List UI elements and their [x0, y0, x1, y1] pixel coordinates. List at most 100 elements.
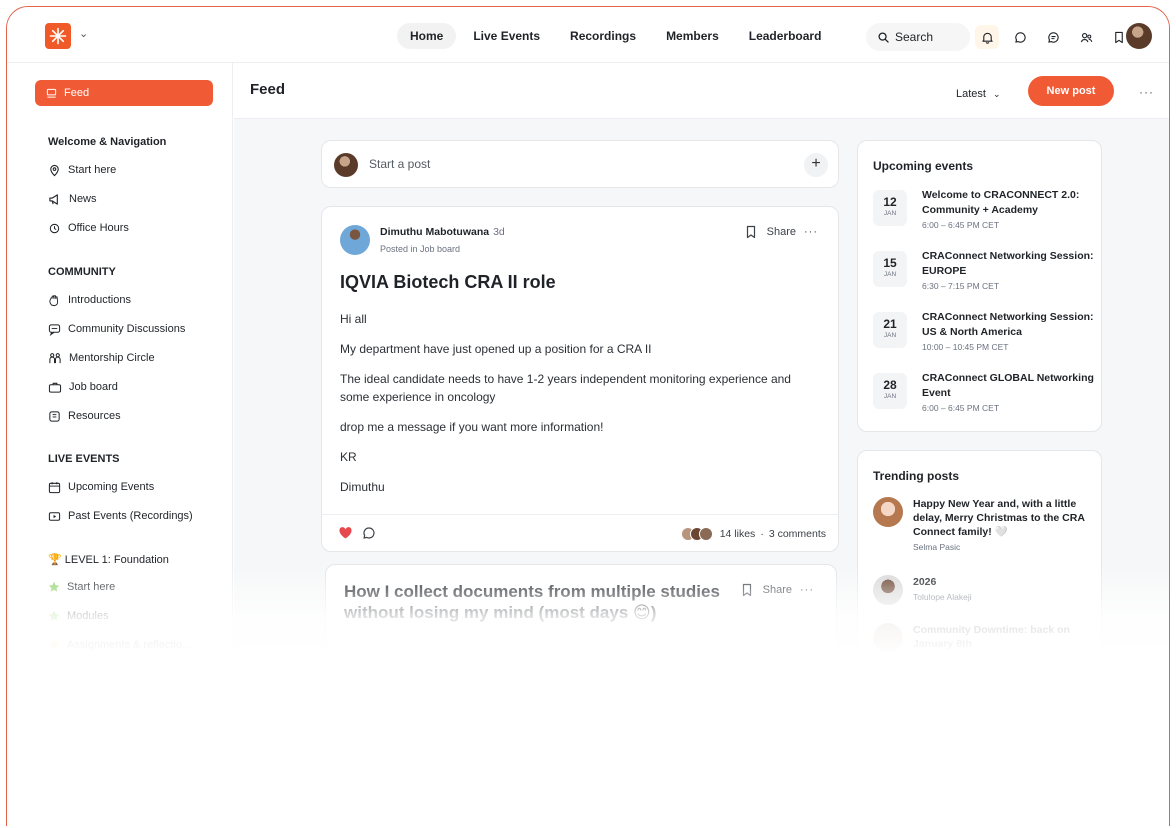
- sidebar-item-label: Upcoming Events: [68, 481, 155, 493]
- post-paragraph: My department have just opened up a posi…: [340, 342, 652, 356]
- likes-count[interactable]: 14 likes: [720, 528, 756, 540]
- comments-count[interactable]: 3 comments: [769, 528, 826, 540]
- event-time: 6:00 – 6:45 PM CET: [922, 403, 1000, 413]
- sidebar-item-office-hours[interactable]: Office Hours: [48, 220, 129, 236]
- trending-item[interactable]: 2026 Tolulope Alakeji: [873, 575, 1095, 607]
- post-paragraph: The ideal candidate needs to have 1-2 ye…: [340, 372, 791, 404]
- avatar: [873, 575, 903, 605]
- event-title[interactable]: Welcome to CRACONNECT 2.0: Community + A…: [922, 188, 1098, 217]
- calendar-icon: [48, 481, 61, 493]
- people-icon: [1080, 32, 1092, 42]
- sidebar-item-news[interactable]: News: [48, 191, 97, 207]
- comment-icon[interactable]: [362, 526, 376, 540]
- sort-dropdown[interactable]: Latest ⌄: [956, 88, 1001, 100]
- section-welcome: Welcome & Navigation: [48, 136, 167, 148]
- user-avatar[interactable]: [1126, 23, 1152, 49]
- event-item[interactable]: 12 JAN Welcome to CRACONNECT 2.0: Communi…: [873, 188, 1095, 232]
- widget-title: Upcoming events: [873, 159, 974, 173]
- event-item[interactable]: 15 JAN CRAConnect Networking Session: EUR…: [873, 249, 1095, 293]
- sidebar-item-l1-modules[interactable]: Modules: [48, 608, 109, 624]
- bookmark-icon[interactable]: [745, 225, 757, 239]
- event-item[interactable]: 21 JAN CRAConnect Networking Session: US …: [873, 310, 1095, 354]
- search-button[interactable]: Search: [866, 23, 970, 51]
- nav-recordings[interactable]: Recordings: [557, 23, 649, 49]
- avatar: [873, 623, 903, 653]
- sidebar-item-community-discussions[interactable]: Community Discussions: [48, 321, 185, 337]
- event-day: 21: [883, 317, 897, 331]
- notifications-button[interactable]: [975, 25, 999, 49]
- star-icon: [48, 581, 60, 592]
- post-author[interactable]: Dimuthu Mabotuwana 3d: [380, 226, 505, 238]
- sidebar-item-past-events[interactable]: Past Events (Recordings): [48, 508, 193, 524]
- members-button[interactable]: [1074, 25, 1098, 49]
- post-card: Dimuthu Mabotuwana 3d Posted in Job board…: [321, 206, 839, 552]
- likes-summary[interactable]: 14 likes · 3 comments: [680, 527, 826, 541]
- sidebar-item-introductions[interactable]: Introductions: [48, 292, 131, 308]
- bookmark-icon: [1115, 31, 1123, 43]
- sidebar-item-label: Resources: [68, 410, 121, 422]
- megaphone-icon: [49, 193, 58, 205]
- share-button[interactable]: Share: [767, 226, 796, 238]
- trending-author: Selma Pasic: [913, 542, 961, 552]
- author-avatar[interactable]: [340, 225, 370, 255]
- heart-icon[interactable]: [338, 526, 353, 540]
- post-title[interactable]: IQVIA Biotech CRA II role: [340, 272, 556, 293]
- sidebar-item-label: Start here: [68, 164, 117, 176]
- messages-button[interactable]: [1008, 25, 1032, 49]
- trending-item[interactable]: Community Downtime: back on January 8th: [873, 623, 1095, 655]
- section-community: COMMUNITY: [48, 266, 116, 278]
- sidebar-item-resources[interactable]: Resources: [48, 408, 121, 424]
- event-item[interactable]: 28 JAN CRAConnect GLOBAL Networking Event…: [873, 371, 1095, 415]
- sidebar-item-label: Past Events (Recordings): [68, 510, 193, 522]
- search-icon: [878, 31, 889, 43]
- event-title[interactable]: CRAConnect GLOBAL Networking Event: [922, 371, 1098, 400]
- nav-members[interactable]: Members: [653, 23, 732, 49]
- post-actions: Share ···: [741, 583, 814, 597]
- event-day: 15: [883, 256, 897, 270]
- feed-icon: [46, 88, 57, 98]
- post-card: How I collect documents from multiple st…: [325, 564, 837, 694]
- chat-threads-button[interactable]: [1041, 25, 1065, 49]
- more-options-icon[interactable]: ···: [800, 584, 814, 596]
- trending-title[interactable]: 2026: [913, 575, 1091, 589]
- section-live-events: LIVE EVENTS: [48, 453, 120, 465]
- start-post-composer[interactable]: Start a post +: [321, 140, 839, 188]
- nav-leaderboard[interactable]: Leaderboard: [736, 23, 835, 49]
- sidebar-item-label: Introductions: [68, 294, 131, 306]
- sidebar-item-job-board[interactable]: Job board: [48, 379, 118, 395]
- community-logo[interactable]: [45, 23, 71, 49]
- more-options-icon[interactable]: ···: [1139, 85, 1154, 99]
- logo-chevron-down-icon[interactable]: ⌄: [79, 27, 88, 40]
- plus-icon[interactable]: +: [804, 153, 828, 177]
- sidebar-item-mentorship[interactable]: Mentorship Circle: [48, 350, 155, 366]
- event-title[interactable]: CRAConnect Networking Session: US & Nort…: [922, 310, 1098, 339]
- chat-threads-icon: [1047, 31, 1059, 43]
- nav-live-events[interactable]: Live Events: [460, 23, 553, 49]
- more-options-icon[interactable]: ···: [804, 226, 818, 238]
- post-title[interactable]: How I collect documents from multiple st…: [344, 581, 724, 623]
- post-author-name[interactable]: Dimuthu Mabotuwana: [380, 226, 489, 238]
- sidebar-item-feed[interactable]: Feed: [35, 80, 213, 106]
- star-icon: [48, 610, 60, 621]
- sidebar-item-upcoming-events[interactable]: Upcoming Events: [48, 479, 154, 495]
- post-space[interactable]: Posted in Job board: [380, 244, 460, 254]
- start-post-placeholder: Start a post: [369, 157, 431, 171]
- share-button[interactable]: Share: [763, 584, 792, 596]
- new-post-button[interactable]: New post: [1028, 76, 1114, 106]
- widget-title: Trending posts: [873, 469, 960, 483]
- trending-item[interactable]: Happy New Year and, with a little delay,…: [873, 497, 1095, 557]
- event-date: 12 JAN: [873, 190, 907, 226]
- trending-title[interactable]: Happy New Year and, with a little delay,…: [913, 497, 1091, 539]
- page-title: Feed: [250, 81, 286, 98]
- post-body: Hi all My department have just opened up…: [340, 310, 820, 508]
- sidebar-item-start-here[interactable]: Start here: [48, 162, 116, 178]
- trending-title[interactable]: Community Downtime: back on January 8th: [913, 623, 1091, 651]
- waving-hand-icon: [49, 294, 59, 306]
- top-icons: [975, 25, 1131, 49]
- sidebar-item-l1-assignments[interactable]: Assignments & reflectio...: [48, 637, 191, 653]
- event-title[interactable]: CRAConnect Networking Session: EUROPE: [922, 249, 1098, 278]
- nav-home[interactable]: Home: [397, 23, 457, 49]
- sidebar-item-label: Community Discussions: [68, 323, 186, 335]
- sidebar-item-l1-start-here[interactable]: Start here: [48, 579, 115, 595]
- bookmark-icon[interactable]: [741, 583, 753, 597]
